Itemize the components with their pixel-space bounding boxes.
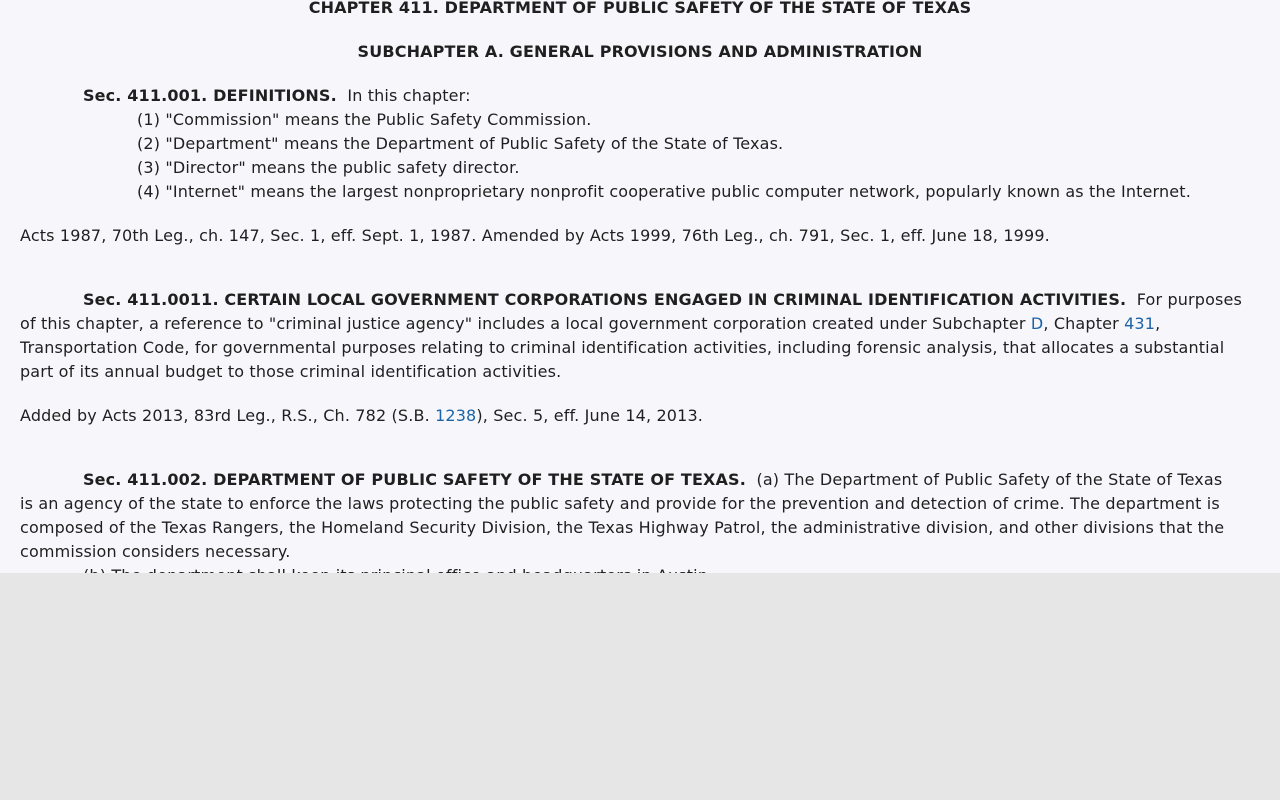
section-heading: Sec. 411.0011. CERTAIN LOCAL GOVERNMENT …: [83, 290, 1127, 309]
section-text: of this chapter, a reference to "crimina…: [20, 314, 1031, 333]
section-text-line-cutoff: (b) The department shall keep its princi…: [83, 564, 713, 573]
section-text: , Chapter: [1043, 314, 1125, 333]
section-text-line: of this chapter, a reference to "crimina…: [20, 312, 1160, 336]
history-text: Added by Acts 2013, 83rd Leg., R.S., Ch.…: [20, 406, 436, 425]
definition-item: (1) "Commission" means the Public Safety…: [137, 110, 592, 129]
blank-area: [0, 573, 1280, 800]
section-text-line: commission considers necessary.: [20, 542, 291, 561]
section-heading: Sec. 411.001. DEFINITIONS.: [83, 86, 337, 105]
definition-item: (3) "Director" means the public safety d…: [137, 158, 520, 177]
sb-1238-link[interactable]: 1238: [435, 406, 476, 425]
section-history: Acts 1987, 70th Leg., ch. 147, Sec. 1, e…: [20, 226, 1050, 245]
section-411-0011-first-line: Sec. 411.0011. CERTAIN LOCAL GOVERNMENT …: [83, 288, 1242, 312]
section-text-line: composed of the Texas Rangers, the Homel…: [20, 518, 1225, 537]
subchapter-title: SUBCHAPTER A. GENERAL PROVISIONS AND ADM…: [357, 42, 923, 61]
chapter-title: CHAPTER 411. DEPARTMENT OF PUBLIC SAFETY…: [308, 0, 972, 17]
section-heading: Sec. 411.002. DEPARTMENT OF PUBLIC SAFET…: [83, 470, 746, 489]
section-text: (a) The Department of Public Safety of t…: [756, 470, 1223, 489]
section-text: For purposes: [1136, 290, 1242, 309]
section-text-line: Transportation Code, for governmental pu…: [20, 338, 1225, 357]
section-text-line: is an agency of the state to enforce the…: [20, 494, 1220, 513]
history-text: ), Sec. 5, eff. June 14, 2013.: [476, 406, 704, 425]
section-text: ,: [1155, 314, 1161, 333]
chapter-431-link[interactable]: 431: [1124, 314, 1155, 333]
subchapter-d-link[interactable]: D: [1031, 314, 1043, 333]
statute-document: CHAPTER 411. DEPARTMENT OF PUBLIC SAFETY…: [0, 0, 1280, 573]
definition-item: (2) "Department" means the Department of…: [137, 134, 784, 153]
definition-item: (4) "Internet" means the largest nonprop…: [137, 182, 1191, 201]
section-intro: In this chapter:: [347, 86, 471, 105]
section-text-line: part of its annual budget to those crimi…: [20, 362, 562, 381]
section-history: Added by Acts 2013, 83rd Leg., R.S., Ch.…: [20, 404, 703, 428]
section-411-002-first-line: Sec. 411.002. DEPARTMENT OF PUBLIC SAFET…: [83, 468, 1222, 492]
section-411-001-first-line: Sec. 411.001. DEFINITIONS. In this chapt…: [83, 84, 471, 108]
